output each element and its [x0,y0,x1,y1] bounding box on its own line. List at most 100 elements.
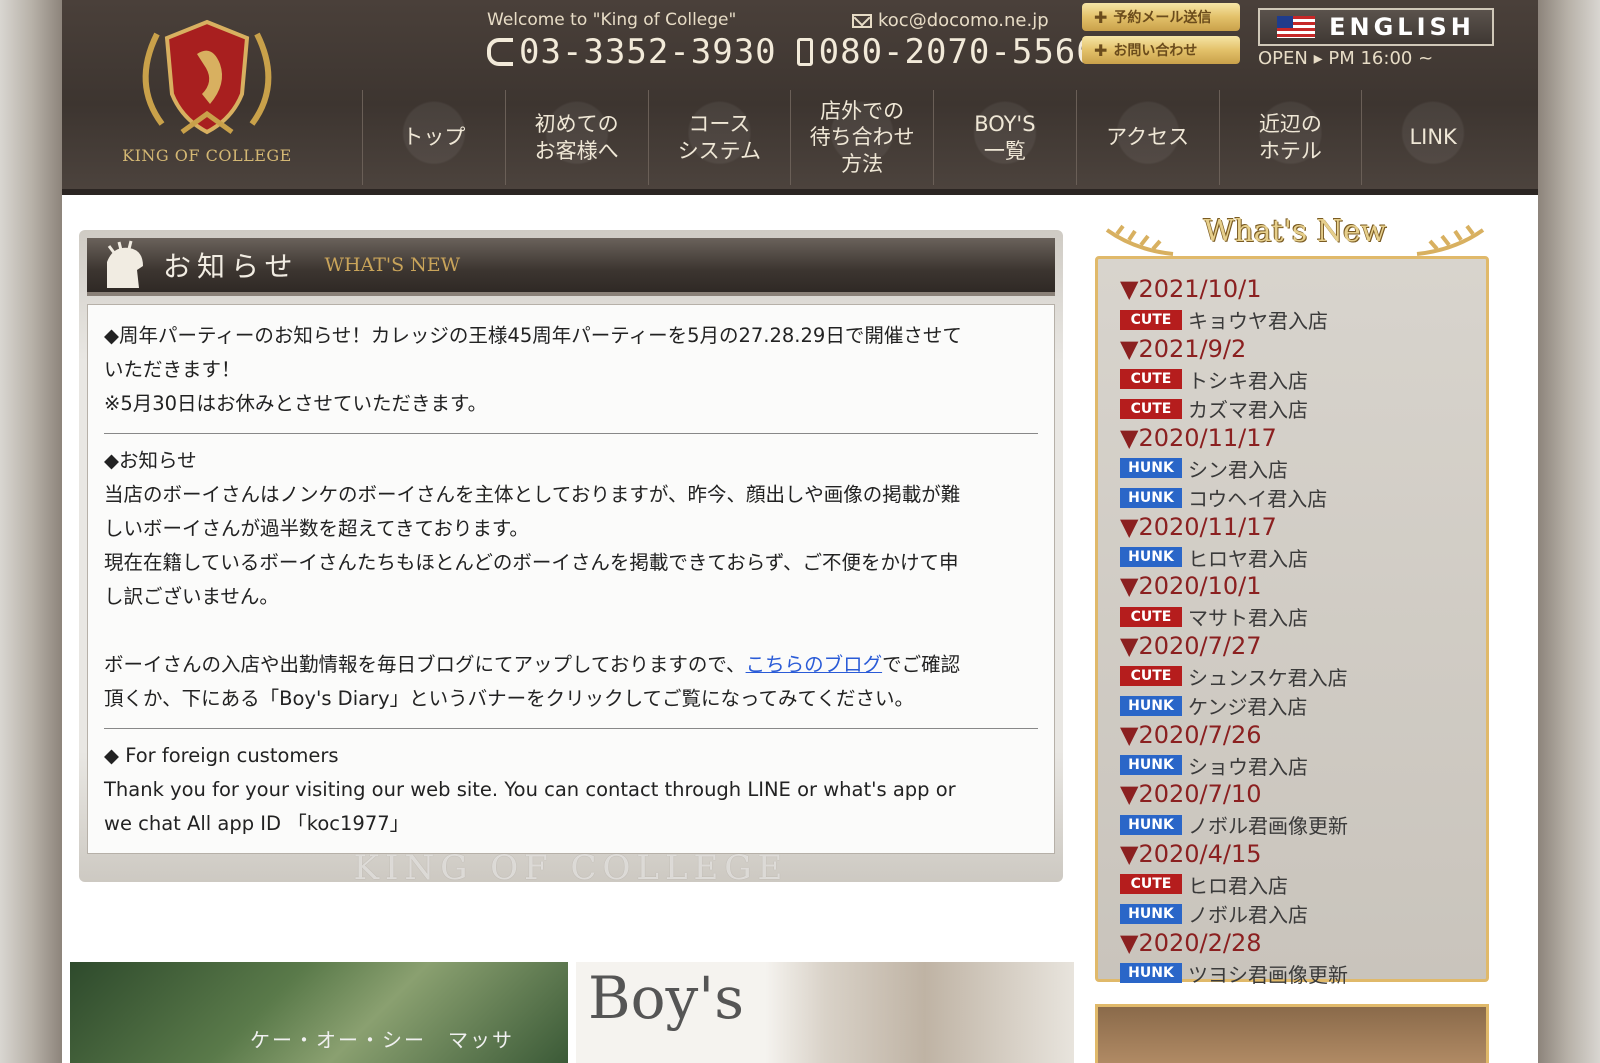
arrow-plus-icon: ✚ [1094,7,1108,27]
news-item-text: カズマ君入店 [1188,398,1308,423]
category-badge: CUTE [1120,309,1182,330]
news-list-item[interactable]: HUNK ツヨシ君画像更新 [1120,959,1486,989]
news-item-text: キョウヤ君入店 [1188,309,1328,334]
news-list-item[interactable]: HUNK ケンジ君入店 [1120,691,1486,721]
open-time: PM 16:00 ~ [1328,48,1434,69]
news-list-item[interactable]: HUNK ノボル君入店 [1120,899,1486,929]
category-badge: HUNK [1120,487,1182,508]
arrow-plus-icon: ✚ [1094,40,1108,60]
email-link[interactable]: koc@docomo.ne.jp [852,10,1049,31]
laurel-right-icon [1416,224,1485,256]
open-hours: OPEN ▸ PM 16:00 ~ [1258,48,1433,69]
boys-diary-banner-text: Boy's [588,964,745,1032]
news-date: ▼2020/4/15 [1120,839,1262,868]
site-header: KING OF COLLEGE Welcome to "King of Coll… [62,0,1538,195]
news-title: お知らせ [163,250,299,283]
divider [104,433,1038,434]
mobile-number[interactable]: 080-2070-5566 [819,32,1098,72]
nav-first-time[interactable]: 初めての お客様へ [504,90,648,185]
news-item-text: ショウ君入店 [1188,754,1308,779]
nav-hotels[interactable]: 近辺の ホテル [1218,90,1362,185]
category-badge: HUNK [1120,963,1182,984]
news-list-item[interactable]: CUTE カズマ君入店 [1120,394,1486,424]
whats-new-list: ▼2021/10/1 CUTE キョウヤ君入店 ▼2021/9/2 CUTE トシキ君入店… [1095,256,1489,987]
news-item-text: シュンスケ君入店 [1188,665,1348,690]
news-list-item[interactable]: CUTE シュンスケ君入店 [1120,662,1486,692]
nav-access[interactable]: アクセス [1075,90,1219,185]
phone-number[interactable]: 03-3352-3930 [519,32,777,72]
news-item-text: シン君入店 [1188,457,1288,482]
category-badge: HUNK [1120,755,1182,776]
news-line-blank [104,614,1038,648]
nav-boys-list[interactable]: BOY'S 一覧 [933,90,1076,185]
news-date: ▼2020/10/1 [1120,572,1262,600]
nav-link[interactable]: LINK [1361,90,1504,185]
category-badge: CUTE [1120,666,1182,687]
phone-icon [487,38,513,66]
category-badge: HUNK [1120,547,1182,568]
mobile-icon [796,38,813,66]
news-line: しいボーイさんが過半数を超えてきております。 [104,517,529,540]
category-badge: CUTE [1120,874,1182,895]
news-item-text: ツヨシ君画像更新 [1188,962,1348,987]
news-list-item[interactable]: HUNK ノボル君画像更新 [1120,810,1486,840]
main-nav: トップ 初めての お客様へ コース システム 店外での 待ち合わせ 方法 BOY… [362,90,1504,185]
news-item-text: ヒロヤ君入店 [1188,546,1308,571]
category-badge: HUNK [1120,903,1182,924]
news-line: し訳ございません。 [104,585,279,608]
nav-course-system[interactable]: コース システム [647,90,791,185]
reserve-mail-button[interactable]: ✚ 予約メール送信 [1082,3,1240,31]
news-line: ◆周年パーティーのお知らせ！カレッジの王様45周年パーティーを5月の27.28.… [104,324,962,347]
news-item-text: ケンジ君入店 [1188,695,1308,720]
mail-icon [852,13,872,28]
us-flag-icon [1277,16,1316,38]
massage-banner-text: ケー・オー・シー マッサ [250,1028,514,1052]
lion-icon [107,240,143,288]
news-line: ◆ For foreign customers [104,744,339,767]
news-list-item[interactable]: CUTE キョウヤ君入店 [1120,305,1486,335]
massage-banner[interactable]: ケー・オー・シー マッサ [70,962,568,1063]
blog-link[interactable]: こちらのブログ [746,653,883,676]
crest-icon [142,19,272,135]
site-logo[interactable]: KING OF COLLEGE [102,14,312,174]
news-list-item[interactable]: HUNK シン君入店 [1120,454,1486,484]
news-list-item[interactable]: HUNK コウヘイ君入店 [1120,483,1486,513]
news-line: 頂くか、下にある「Boy's Diary」というバナーをクリックしてご覧になって… [104,687,914,710]
news-list-item[interactable]: CUTE マサト君入店 [1120,602,1486,632]
boys-diary-banner[interactable]: Boy's [576,962,1074,1063]
news-list-item[interactable]: CUTE ヒロ君入店 [1120,870,1486,900]
english-button[interactable]: ENGLISH [1258,8,1494,46]
news-list-item[interactable]: HUNK ショウ君入店 [1120,751,1486,781]
blog-text-post: でご確認 [882,653,961,676]
phone-numbers: 03-3352-3930 080-2070-5566 [487,32,1098,72]
news-line: Thank you for your visiting our web site… [104,778,956,801]
news-subtitle: WHAT'S NEW [324,254,461,276]
nav-meeting-method[interactable]: 店外での 待ち合わせ 方法 [790,90,933,185]
open-label: OPEN [1258,48,1308,69]
footer-watermark: KING OF COLLEGE [353,848,789,888]
news-date: ▼2020/7/27 [1120,631,1262,660]
news-body: ◆周年パーティーのお知らせ！カレッジの王様45周年パーティーを5月の27.28.… [87,304,1055,854]
news-list-item[interactable]: CUTE トシキ君入店 [1120,365,1486,395]
news-line: we chat All app ID 「koc1977」 [104,812,410,835]
news-date: ▼2021/10/1 [1120,275,1262,303]
reserve-mail-label: 予約メール送信 [1113,10,1212,26]
news-date: ▼2020/11/17 [1120,512,1277,541]
news-item-text: ヒロ君入店 [1188,873,1288,898]
news-line: ※5月30日はお休みとさせていただきます。 [104,392,488,415]
news-date: ▼2021/9/2 [1120,334,1247,363]
side-banner[interactable] [1095,1004,1489,1063]
nav-top[interactable]: トップ [362,90,505,185]
welcome-text: Welcome to "King of College" [487,10,737,30]
category-badge: CUTE [1120,369,1182,390]
news-item-text: マサト君入店 [1188,606,1308,631]
logo-text: KING OF COLLEGE [122,146,292,165]
category-badge: HUNK [1120,695,1182,716]
news-list-item[interactable]: HUNK ヒロヤ君入店 [1120,543,1486,573]
category-badge: HUNK [1120,458,1182,479]
triangle-right-icon: ▸ [1313,48,1329,69]
news-line: 当店のボーイさんはノンケのボーイさんを主体としておりますが、昨今、顔出しや画像の… [104,483,961,506]
news-line-blog: ボーイさんの入店や出勤情報を毎日ブログにてアップしておりますので、こちらのブログ… [104,648,1038,682]
contact-button[interactable]: ✚ お問い合わせ [1082,36,1240,64]
news-item-text: ノボル君入店 [1188,903,1308,928]
